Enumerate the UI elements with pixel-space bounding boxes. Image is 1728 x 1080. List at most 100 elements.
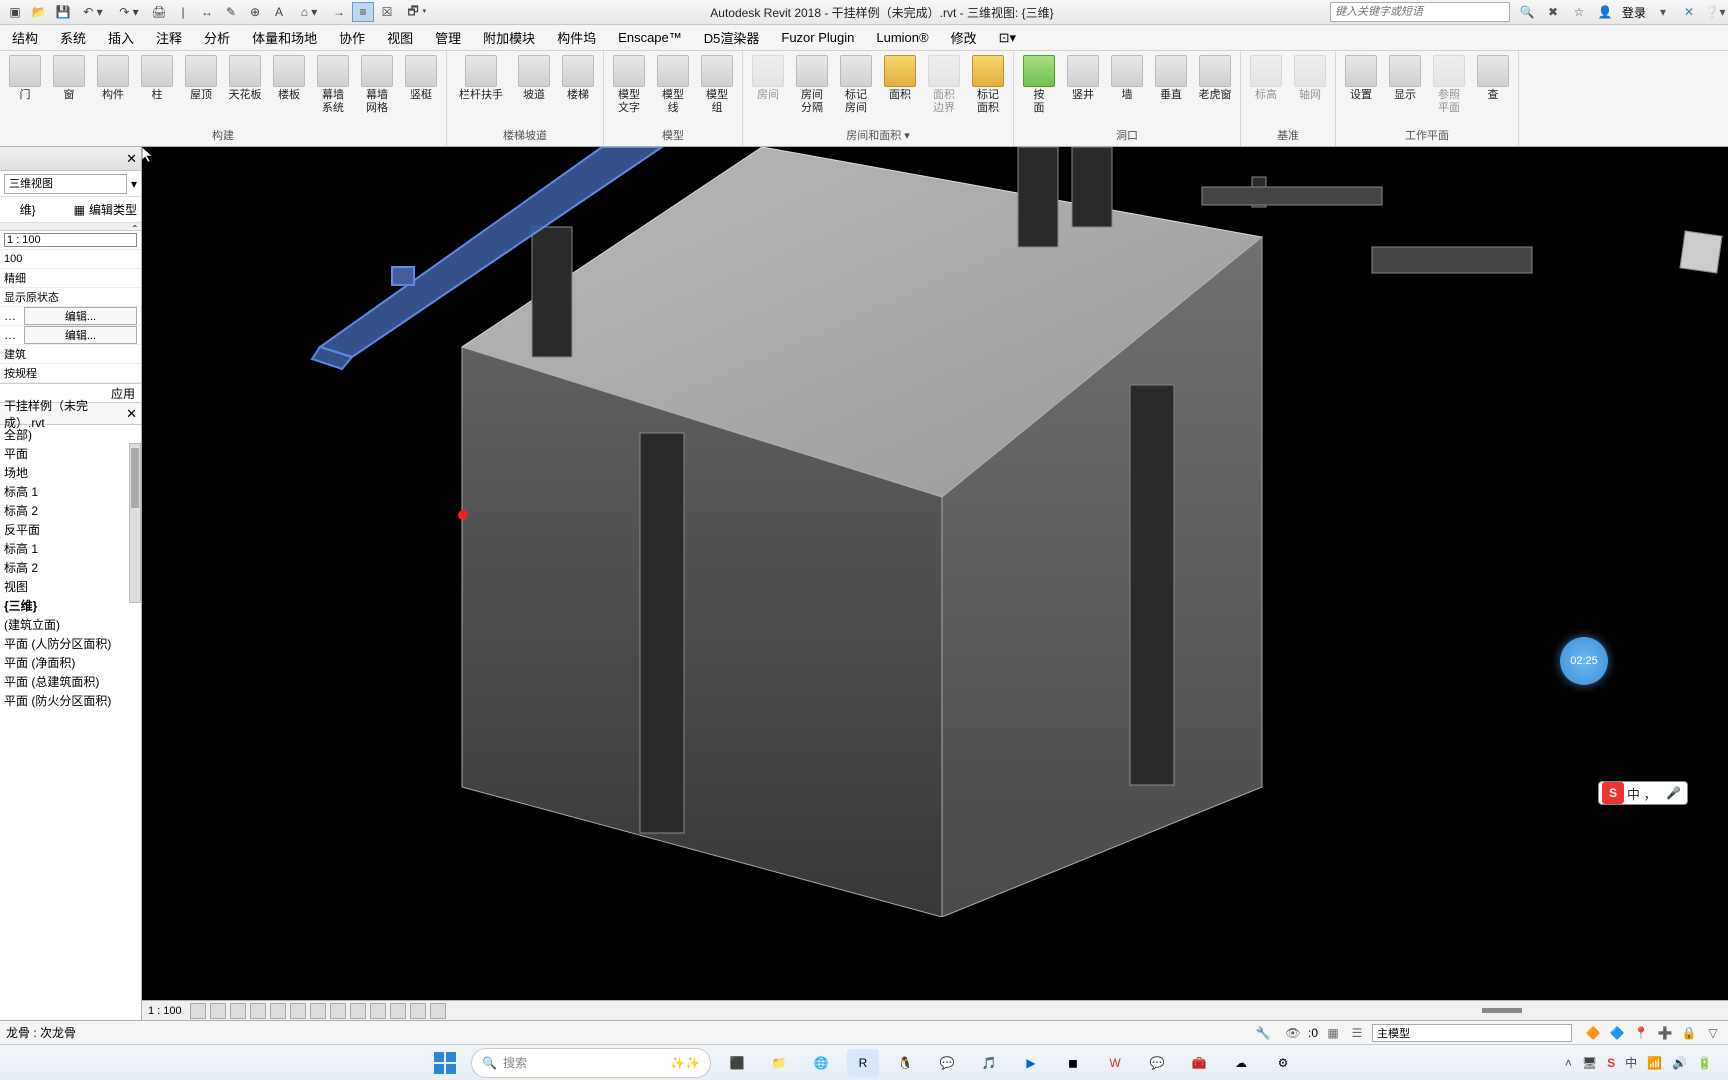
tray-ime-s-icon[interactable]: S — [1607, 1056, 1615, 1070]
tray-mgr-icon[interactable]: 🖥 — [1582, 1056, 1597, 1070]
constraints-icon[interactable] — [410, 1003, 426, 1019]
ribbon-button[interactable]: 查 — [1472, 53, 1514, 102]
ribbon-button[interactable]: 幕墙网格 — [356, 53, 398, 115]
tab-annotate[interactable]: 注释 — [154, 26, 184, 50]
ribbon-button[interactable]: 模型组 — [696, 53, 738, 115]
sr-5-icon[interactable]: 🔒 — [1680, 1024, 1698, 1042]
prop-edit-button[interactable]: 编辑... — [24, 307, 137, 325]
tab-addins[interactable]: 附加模块 — [481, 26, 537, 50]
ribbon-button[interactable]: 竖井 — [1062, 53, 1104, 102]
tray-chevron-icon[interactable]: ˄ — [1565, 1056, 1572, 1070]
extra-icon[interactable] — [430, 1003, 446, 1019]
start-button[interactable] — [429, 1049, 461, 1077]
tree-item[interactable]: 标高 1 — [0, 482, 141, 501]
tree-item[interactable]: 标高 2 — [0, 501, 141, 520]
sr-2-icon[interactable]: 🔷 — [1608, 1024, 1626, 1042]
ribbon-button[interactable]: 楼板 — [268, 53, 310, 102]
tab-goujianwu[interactable]: 构件坞 — [555, 26, 598, 50]
app-b-icon[interactable]: ◼ — [1057, 1049, 1089, 1077]
ribbon-button[interactable]: 模型文字 — [608, 53, 650, 115]
user-icon[interactable]: 👤 — [1596, 3, 1614, 21]
tab-d5[interactable]: D5渲染器 — [702, 26, 762, 50]
ribbon-button[interactable]: 天花板 — [224, 53, 266, 102]
subscription-icon[interactable]: 🔍 — [1518, 3, 1536, 21]
ribbon-button[interactable]: 参照平面 — [1428, 53, 1470, 115]
ribbon-button[interactable]: 房间分隔 — [791, 53, 833, 115]
prop-edit-button[interactable]: 编辑... — [24, 326, 137, 344]
ribbon-button[interactable]: 坡道 — [513, 53, 555, 102]
tray-batt-icon[interactable]: 🔋 — [1697, 1056, 1712, 1070]
ribbon-button[interactable]: 标高 — [1245, 53, 1287, 102]
edge-icon[interactable]: 🌐 — [805, 1049, 837, 1077]
chat-icon[interactable]: 💬 — [1141, 1049, 1173, 1077]
sr-1-icon[interactable]: 🔶 — [1584, 1024, 1602, 1042]
ribbon-button[interactable]: 标记面积 — [967, 53, 1009, 115]
close-hidden-icon[interactable]: ☒ — [376, 2, 398, 22]
tab-insert[interactable]: 插入 — [106, 26, 136, 50]
tree-item[interactable]: 标高 2 — [0, 558, 141, 577]
select-count-icon[interactable]: 👁 — [1284, 1024, 1302, 1042]
text-icon[interactable]: A — [268, 2, 290, 22]
tree-item[interactable]: 平面 — [0, 444, 141, 463]
qq-icon[interactable]: 🐧 — [889, 1049, 921, 1077]
temp-hide-icon[interactable] — [350, 1003, 366, 1019]
tab-panel-toggle-icon[interactable]: ⊡▾ — [997, 26, 1018, 50]
tab-lumion[interactable]: Lumion® — [874, 26, 930, 50]
tree-item[interactable]: 平面 (总建筑面积) — [0, 672, 141, 691]
project-browser-tree[interactable]: 全部)平面场地标高 1标高 2反平面标高 1标高 2视图{三维}(建筑立面)平面… — [0, 425, 141, 1020]
scrollbar-thumb[interactable] — [131, 448, 139, 508]
ribbon-button[interactable]: 垂直 — [1150, 53, 1192, 102]
sun-path-icon[interactable] — [230, 1003, 246, 1019]
redo-icon[interactable]: ↷ ▾ — [112, 2, 146, 22]
measure-icon[interactable]: ↔ — [196, 2, 218, 22]
ribbon-button[interactable]: 竖梃 — [400, 53, 442, 102]
chevron-down-icon[interactable]: ▾ — [1654, 3, 1672, 21]
ribbon-button[interactable]: 构件 — [92, 53, 134, 102]
ribbon-button[interactable]: 设置 — [1340, 53, 1382, 102]
explorer-icon[interactable]: 📁 — [763, 1049, 795, 1077]
props-close-icon[interactable]: ✕ — [126, 151, 137, 167]
open-icon[interactable]: 📂 — [28, 2, 50, 22]
tab-collab[interactable]: 协作 — [337, 26, 367, 50]
wps-icon[interactable]: W — [1099, 1049, 1131, 1077]
ribbon-button[interactable]: 幕墙系统 — [312, 53, 354, 115]
tab-struct[interactable]: 结构 — [10, 26, 40, 50]
browser-close-icon[interactable]: ✕ — [126, 406, 137, 422]
ribbon-button[interactable]: 窗 — [48, 53, 90, 102]
ribbon-button[interactable]: 按面 — [1018, 53, 1060, 115]
tool-icon[interactable]: 🧰 — [1183, 1049, 1215, 1077]
lock-3d-icon[interactable] — [330, 1003, 346, 1019]
prop-value[interactable]: 1 : 100 — [4, 233, 137, 247]
tree-item[interactable]: {三维} — [0, 596, 141, 615]
tree-item[interactable]: 视图 — [0, 577, 141, 596]
filter-icon[interactable]: ▦ — [1324, 1024, 1342, 1042]
tree-item[interactable]: (建筑立面) — [0, 615, 141, 634]
app-a-icon[interactable]: ▶ — [1015, 1049, 1047, 1077]
tray-vol-icon[interactable]: 🔊 — [1672, 1056, 1687, 1070]
print-icon[interactable]: 🖨 — [148, 2, 170, 22]
login-label[interactable]: 登录 — [1622, 4, 1646, 21]
ribbon-button[interactable]: 房间 — [747, 53, 789, 102]
shadows-icon[interactable] — [250, 1003, 266, 1019]
tab-analyze[interactable]: 分析 — [202, 26, 232, 50]
tree-item[interactable]: 场地 — [0, 463, 141, 482]
view-cube[interactable] — [1676, 227, 1726, 277]
save-icon[interactable]: 💾 — [52, 2, 74, 22]
ribbon-button[interactable]: 轴网 — [1289, 53, 1331, 102]
help-icon[interactable]: ❔▾ — [1706, 3, 1724, 21]
viewport-3d[interactable]: 02:25 1 : 100 — [142, 147, 1728, 1020]
type-selector[interactable]: 三维视图 — [4, 174, 127, 194]
tab-massing[interactable]: 体量和场地 — [250, 26, 319, 50]
star-icon[interactable]: ☆ — [1570, 3, 1588, 21]
3d-icon[interactable]: ⌂ ▾ — [292, 2, 326, 22]
tray-zh-label[interactable]: 中 — [1625, 1054, 1637, 1071]
tree-item[interactable]: 全部) — [0, 425, 141, 444]
undo-icon[interactable]: ↶ ▾ — [76, 2, 110, 22]
help-search-input[interactable] — [1330, 2, 1510, 22]
analytic-icon[interactable] — [390, 1003, 406, 1019]
tree-item[interactable]: 标高 1 — [0, 539, 141, 558]
ribbon-button[interactable]: 栏杆扶手 — [451, 53, 511, 102]
tree-item[interactable]: 平面 (防火分区面积) — [0, 691, 141, 710]
ribbon-button[interactable]: 墙 — [1106, 53, 1148, 102]
scale-label[interactable]: 1 : 100 — [148, 1005, 182, 1017]
